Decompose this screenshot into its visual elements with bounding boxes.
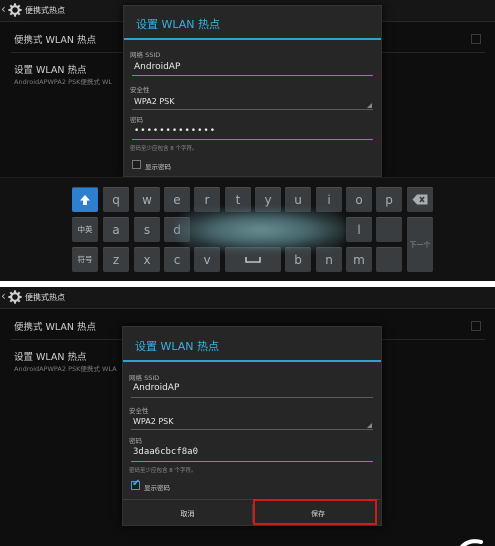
password-label: 密码 — [129, 437, 142, 445]
checkmark-icon: ✔ — [132, 478, 141, 489]
key-o[interactable]: o — [346, 187, 372, 212]
key-a[interactable]: a — [103, 217, 129, 242]
action-bar-title: 便携式热点 — [25, 293, 65, 302]
security-select[interactable]: WPA2 PSK — [133, 417, 173, 426]
key-w[interactable]: w — [134, 187, 160, 212]
setup-hotspot-summary: AndroidAPWPA2 PSK便携式 WLA — [14, 365, 117, 373]
action-bar: ‹ 便携式热点 — [0, 287, 495, 309]
ssid-label: 网络 SSID — [129, 374, 160, 382]
ssid-underline — [132, 75, 373, 76]
show-password-checkbox[interactable]: ✔ — [131, 478, 141, 490]
backspace-icon[interactable] — [407, 187, 433, 212]
portable-hotspot-checkbox[interactable] — [471, 34, 481, 44]
screenshot-top: ‹ 便携式热点 便携式 WLAN 热点 设置 WLAN 热点 AndroidAP… — [0, 0, 495, 281]
dialog-title-divider — [124, 38, 381, 40]
security-label: 安全性 — [129, 407, 149, 415]
key-l[interactable]: l — [346, 217, 372, 242]
gear-icon — [8, 290, 22, 304]
portable-hotspot-item[interactable]: 便携式 WLAN 热点 — [14, 319, 96, 333]
password-hint: 密码至少应包含 8 个字符。 — [130, 146, 198, 152]
key-c[interactable]: c — [164, 247, 190, 272]
show-password-label: 显示密码 — [145, 163, 171, 171]
hotspot-dialog: 设置 WLAN 热点 网络 SSID AndroidAP 安全性 WPA2 PS… — [122, 326, 382, 526]
back-arrow-icon[interactable]: ‹ — [1, 2, 6, 16]
gear-icon — [8, 3, 22, 17]
save-button-highlight — [253, 499, 377, 525]
show-password-label: 显示密码 — [144, 484, 170, 492]
password-underline — [131, 461, 373, 462]
watermark-swirl-icon — [460, 539, 483, 546]
dialog-title: 设置 WLAN 热点 — [135, 340, 220, 353]
key-p[interactable]: p — [376, 187, 402, 212]
dropdown-arrow-icon[interactable] — [367, 103, 372, 108]
password-input[interactable]: ••••••••••••• — [134, 126, 216, 136]
password-input[interactable]: 3daa6cbcf8a0 — [133, 447, 198, 457]
soft-keyboard: q w e r t y u i o p 中英 a s d l 符号 z x c … — [0, 177, 495, 281]
action-bar-title: 便携式热点 — [25, 6, 65, 15]
security-underline — [132, 109, 373, 110]
screenshot-bottom: ‹ 便携式热点 便携式 WLAN 热点 设置 WLAN 热点 AndroidAP… — [0, 287, 495, 546]
security-underline — [131, 429, 373, 430]
dialog-title-divider — [123, 360, 381, 362]
portable-hotspot-item[interactable]: 便携式 WLAN 热点 — [14, 32, 96, 46]
password-underline — [132, 139, 373, 140]
key-symbols[interactable]: 符号 — [72, 247, 98, 272]
show-password-checkbox[interactable] — [132, 160, 141, 169]
ssid-input[interactable]: AndroidAP — [133, 383, 179, 393]
security-select[interactable]: WPA2 PSK — [134, 97, 174, 106]
setup-hotspot-item[interactable]: 设置 WLAN 热点 — [14, 62, 87, 76]
setup-hotspot-item[interactable]: 设置 WLAN 热点 — [14, 349, 87, 363]
key-next[interactable]: 下一个 — [407, 217, 433, 272]
dropdown-arrow-icon[interactable] — [367, 423, 372, 428]
key-period[interactable] — [376, 247, 402, 272]
dialog-title: 设置 WLAN 热点 — [136, 18, 221, 31]
key-s[interactable]: s — [134, 217, 160, 242]
key-e[interactable]: e — [164, 187, 190, 212]
ssid-label: 网络 SSID — [130, 51, 161, 59]
key-blank[interactable] — [376, 217, 402, 242]
cancel-button[interactable]: 取消 — [123, 500, 252, 527]
key-q[interactable]: q — [103, 187, 129, 212]
back-arrow-icon[interactable]: ‹ — [1, 289, 6, 303]
hotspot-dialog: 设置 WLAN 热点 网络 SSID AndroidAP 安全性 WPA2 PS… — [123, 5, 382, 177]
key-lang-switch[interactable]: 中英 — [72, 217, 98, 242]
password-label: 密码 — [130, 116, 143, 124]
key-z[interactable]: z — [103, 247, 129, 272]
portable-hotspot-checkbox[interactable] — [471, 321, 481, 331]
password-hint: 密码至少应包含 8 个字符。 — [129, 468, 197, 474]
key-x[interactable]: x — [134, 247, 160, 272]
setup-hotspot-summary: AndroidAPWPA2 PSK便携式 WL — [14, 78, 112, 86]
ssid-underline — [131, 397, 373, 398]
key-m[interactable]: m — [346, 247, 372, 272]
redacted-blur — [176, 209, 346, 251]
shift-arrow-icon[interactable] — [72, 187, 98, 212]
security-label: 安全性 — [130, 86, 150, 94]
ssid-input[interactable]: AndroidAP — [134, 62, 180, 72]
